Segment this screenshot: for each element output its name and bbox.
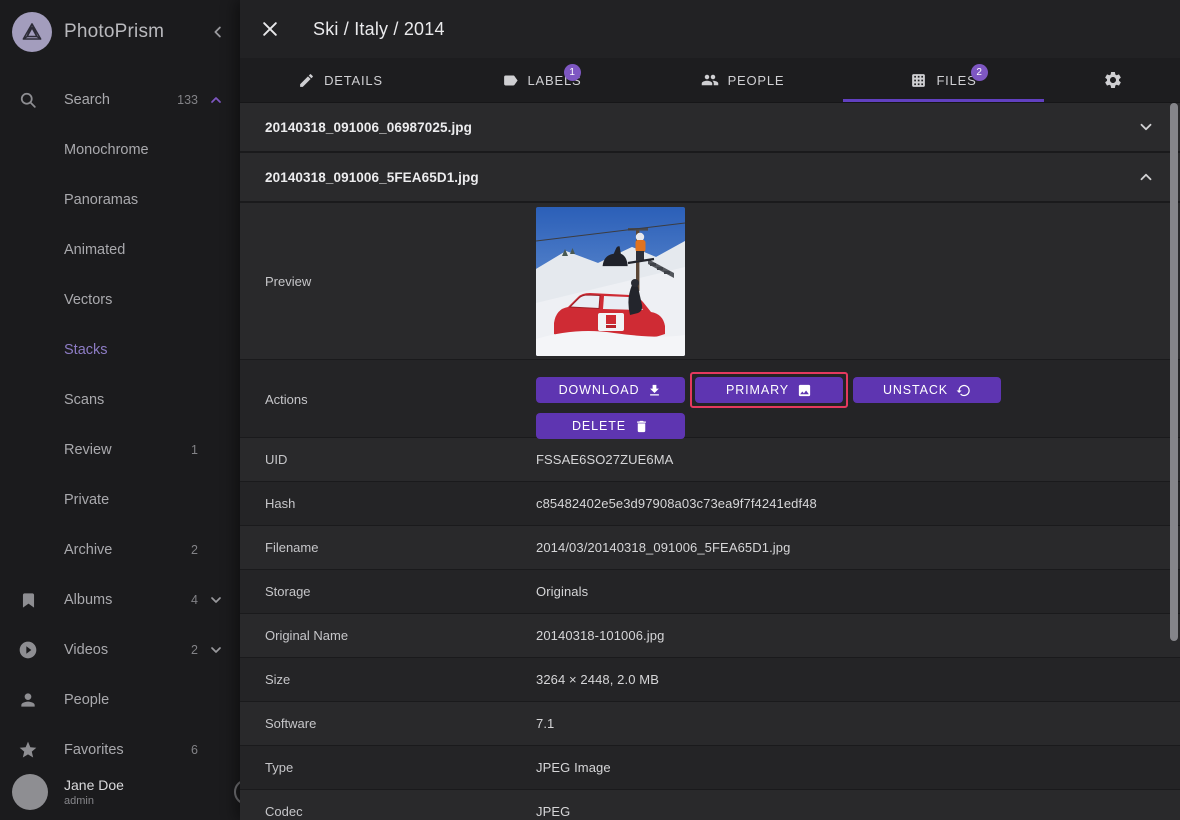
star-icon <box>16 738 40 762</box>
user-name: Jane Doe <box>64 777 124 793</box>
avatar <box>12 774 48 810</box>
files-count-badge: 2 <box>971 64 988 81</box>
download-icon <box>647 383 662 398</box>
restore-icon <box>956 383 971 398</box>
tab-details[interactable]: DETAILS <box>240 58 441 102</box>
dialog-title: Ski / Italy / 2014 <box>313 18 445 39</box>
photoprism-logo-icon[interactable] <box>12 12 52 52</box>
sidebar-item-monochrome[interactable]: Monochrome <box>0 125 240 175</box>
labels-count-badge: 1 <box>564 64 581 81</box>
file-row-collapsed[interactable]: 20140318_091006_06987025.jpg <box>240 103 1180 153</box>
person-icon <box>16 688 40 712</box>
sidebar-item-videos[interactable]: Videos 2 <box>0 625 240 675</box>
primary-button[interactable]: PRIMARY <box>695 377 843 403</box>
sidebar-item-stacks[interactable]: Stacks <box>0 325 240 375</box>
detail-row-hash: Hash c85482402e5e3d97908a03c73ea9f7f4241… <box>240 482 1180 526</box>
detail-row-software: Software 7.1 <box>240 702 1180 746</box>
tab-settings-button[interactable] <box>1046 58 1180 102</box>
sidebar: PhotoPrism Search 133 Monochrome Panoram… <box>0 0 240 820</box>
gear-icon <box>1103 70 1123 90</box>
file-row-expanded[interactable]: 20140318_091006_5FEA65D1.jpg <box>240 153 1180 203</box>
close-button[interactable] <box>258 17 282 41</box>
sidebar-item-private[interactable]: Private <box>0 475 240 525</box>
bookmark-icon <box>16 588 40 612</box>
chevron-down-icon[interactable] <box>204 638 228 662</box>
tab-labels[interactable]: LABELS 1 <box>441 58 642 102</box>
app-header: PhotoPrism <box>0 0 240 64</box>
dialog-tabs: DETAILS LABELS 1 PEOPLE FILES 2 <box>240 58 1180 103</box>
count-badge: 2 <box>191 643 198 657</box>
preview-row: Preview <box>240 203 1180 360</box>
close-icon <box>260 19 280 39</box>
chevron-up-icon[interactable] <box>204 88 228 112</box>
download-button[interactable]: DOWNLOAD <box>536 377 685 403</box>
annotation-highlight-box: PRIMARY <box>690 372 848 408</box>
user-account[interactable]: Jane Doe admin <box>0 770 240 814</box>
actions-row: Actions DOWNLOAD PRIMARY UNSTACK DELETE <box>240 360 1180 439</box>
tab-people[interactable]: PEOPLE <box>642 58 843 102</box>
chevron-down-icon[interactable] <box>1134 115 1158 139</box>
detail-row-storage: Storage Originals <box>240 570 1180 614</box>
actions-label: Actions <box>265 392 308 407</box>
sidebar-item-archive[interactable]: Archive 2 <box>0 525 240 575</box>
count-badge: 1 <box>191 443 198 457</box>
tab-files[interactable]: FILES 2 <box>843 58 1044 102</box>
unstack-button[interactable]: UNSTACK <box>853 377 1001 403</box>
dialog-titlebar: Ski / Italy / 2014 <box>240 0 1180 58</box>
file-details-dialog: Ski / Italy / 2014 DETAILS LABELS 1 PEOP… <box>240 0 1180 820</box>
detail-row-filename: Filename 2014/03/20140318_091006_5FEA65D… <box>240 526 1180 570</box>
detail-row-uid: UID FSSAE6SO27ZUE6MA <box>240 438 1180 482</box>
app-title: PhotoPrism <box>64 21 165 42</box>
scrollbar-thumb[interactable] <box>1170 103 1178 641</box>
play-circle-icon <box>16 638 40 662</box>
sidebar-item-favorites[interactable]: Favorites 6 <box>0 725 240 775</box>
sidebar-item-albums[interactable]: Albums 4 <box>0 575 240 625</box>
file-name: 20140318_091006_5FEA65D1.jpg <box>265 169 479 185</box>
sidebar-item-animated[interactable]: Animated <box>0 225 240 275</box>
detail-row-type: Type JPEG Image <box>240 746 1180 790</box>
sidebar-collapse-button[interactable] <box>206 20 230 44</box>
file-strip-icon <box>910 72 927 89</box>
search-icon <box>16 88 40 112</box>
chevron-down-icon[interactable] <box>204 588 228 612</box>
trash-icon <box>634 419 649 434</box>
sidebar-menu: Search 133 Monochrome Panoramas Animated… <box>0 75 240 775</box>
preview-image[interactable] <box>536 207 685 356</box>
pencil-icon <box>298 72 315 89</box>
count-badge: 6 <box>191 743 198 757</box>
detail-row-original-name: Original Name 20140318-101006.jpg <box>240 614 1180 658</box>
detail-row-codec: Codec JPEG <box>240 790 1180 820</box>
file-name: 20140318_091006_06987025.jpg <box>265 119 472 135</box>
chevron-up-icon[interactable] <box>1134 165 1158 189</box>
sidebar-item-panoramas[interactable]: Panoramas <box>0 175 240 225</box>
chevron-left-icon <box>209 23 227 41</box>
sidebar-item-people[interactable]: People <box>0 675 240 725</box>
sidebar-item-review[interactable]: Review 1 <box>0 425 240 475</box>
detail-row-size: Size 3264 × 2448, 2.0 MB <box>240 658 1180 702</box>
label-icon <box>502 72 519 89</box>
sidebar-item-scans[interactable]: Scans <box>0 375 240 425</box>
sidebar-item-vectors[interactable]: Vectors <box>0 275 240 325</box>
delete-button[interactable]: DELETE <box>536 413 685 439</box>
count-badge: 133 <box>177 93 198 107</box>
count-badge: 4 <box>191 593 198 607</box>
preview-label: Preview <box>265 274 312 289</box>
sidebar-item-search[interactable]: Search 133 <box>0 75 240 125</box>
people-icon <box>701 71 719 89</box>
scrollbar <box>1168 103 1180 820</box>
count-badge: 2 <box>191 543 198 557</box>
image-icon <box>797 383 812 398</box>
user-role: admin <box>64 795 94 807</box>
